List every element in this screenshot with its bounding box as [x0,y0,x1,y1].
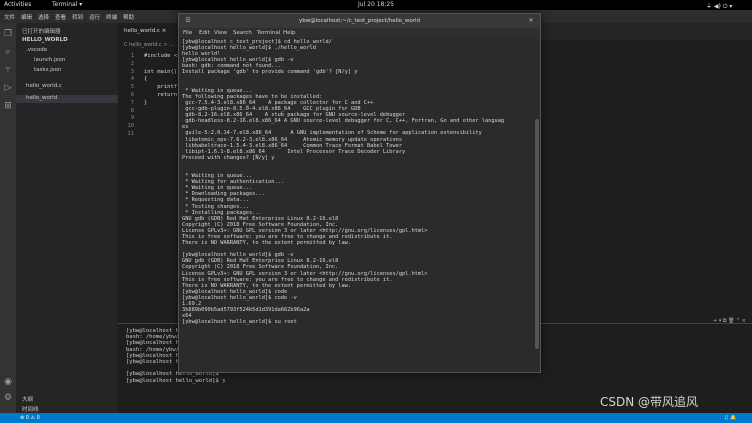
problems-status[interactable]: ⊗ 0 ⚠ 0 [20,415,40,421]
status-bar: ⊗ 0 ⚠ 0 ♫ 🔔 [0,413,752,423]
terminal-titlebar: ☰ ybw@localhost:~/c_test_project/hello_w… [179,14,540,28]
menu-item[interactable]: 帮助 [123,13,134,21]
line-number: 9 [130,115,134,122]
close-icon[interactable]: ✕ [526,16,536,26]
file-item[interactable]: launch.json [34,57,65,63]
csdn-watermark: CSDN @带风追风 [600,395,699,409]
breadcrumb[interactable]: C hello_world.c > ... [124,42,174,48]
terminal-menu-item[interactable]: File [183,30,192,36]
line-number: 3 [130,68,134,75]
terminal-menu-item[interactable]: Help [283,30,296,36]
line-number: 10 [127,123,134,130]
terminal-output[interactable]: [ybw@localhost c_test_project]$ cd hello… [182,39,534,325]
file-item[interactable]: tasks.json [34,67,61,73]
explorer-sidebar: 已打开的编辑器 HELLO_WORLD .vscode launch.json … [16,23,118,413]
terminal-menu-item[interactable]: View [214,30,227,36]
notifications-status[interactable]: ♫ 🔔 [724,415,736,421]
terminal-scrollbar[interactable] [535,39,539,369]
file-item[interactable]: .vscode [26,47,47,53]
line-number: 2 [130,60,134,67]
folder-title[interactable]: HELLO_WORLD [22,37,68,43]
line-number: 5 [130,84,134,91]
code-line[interactable]: { [144,76,147,82]
line-number: 6 [130,92,134,98]
panel-controls[interactable]: + ▾ ⧉ 🗑 ^ × [713,318,746,324]
menu-item[interactable]: 查看 [55,13,66,21]
run-debug-icon[interactable]: ▷ [3,83,13,93]
line-number: 4 [130,76,134,83]
gnome-top-bar: Activities Terminal ▾ Jul 20 18:25 ⏚ ◀) … [0,0,752,10]
line-number: 7 [130,99,134,106]
tab-hello-world-c[interactable]: hello_world.c × [118,23,178,40]
menu-item[interactable]: 转到 [72,13,83,21]
terminal-menu-item[interactable]: Terminal [257,30,280,36]
terminal-menu-item[interactable]: Search [233,30,252,36]
code-line[interactable]: } [144,100,147,106]
menu-item[interactable]: 编辑 [21,13,32,21]
outline-section[interactable]: 大纲 [22,395,33,403]
terminal-menu-item[interactable]: Edit [199,30,210,36]
terminal-menubar: File Edit View Search Terminal Help [179,28,540,38]
clock[interactable]: Jul 20 18:25 [358,1,394,8]
line-number: 8 [130,107,134,114]
activity-bar: ❐ ⌕ ⑂ ▷ ⊞ ◉ ⚙ [0,23,16,413]
file-item[interactable]: hello_world [26,95,57,101]
app-menu[interactable]: Terminal ▾ [52,1,82,8]
line-number: 11 [127,131,134,137]
open-editors-title[interactable]: 已打开的编辑器 [22,27,61,35]
activities-button[interactable]: Activities [4,1,31,8]
menu-item[interactable]: 终端 [106,13,117,21]
extensions-icon[interactable]: ⊞ [3,101,13,111]
gnome-terminal-window: ☰ ybw@localhost:~/c_test_project/hello_w… [178,13,541,373]
account-icon[interactable]: ◉ [3,377,13,387]
menu-item[interactable]: 文件 [4,13,15,21]
menu-item[interactable]: 运行 [89,13,100,21]
source-control-icon[interactable]: ⑂ [3,65,13,75]
search-icon[interactable]: ⌕ [3,47,13,57]
settings-gear-icon[interactable]: ⚙ [3,393,13,403]
scrollbar-thumb[interactable] [535,119,539,349]
explorer-icon[interactable]: ❐ [3,29,13,39]
menu-item[interactable]: 选择 [38,13,49,21]
timeline-section[interactable]: 时间线 [22,405,39,413]
code-line[interactable]: int main() [144,69,177,75]
line-number: 1 [130,53,134,59]
file-item[interactable]: hello_world.c [26,83,62,89]
terminal-menu-icon[interactable]: ☰ [183,16,193,26]
terminal-title: ybw@localhost:~/c_test_project/hello_wor… [299,18,420,24]
